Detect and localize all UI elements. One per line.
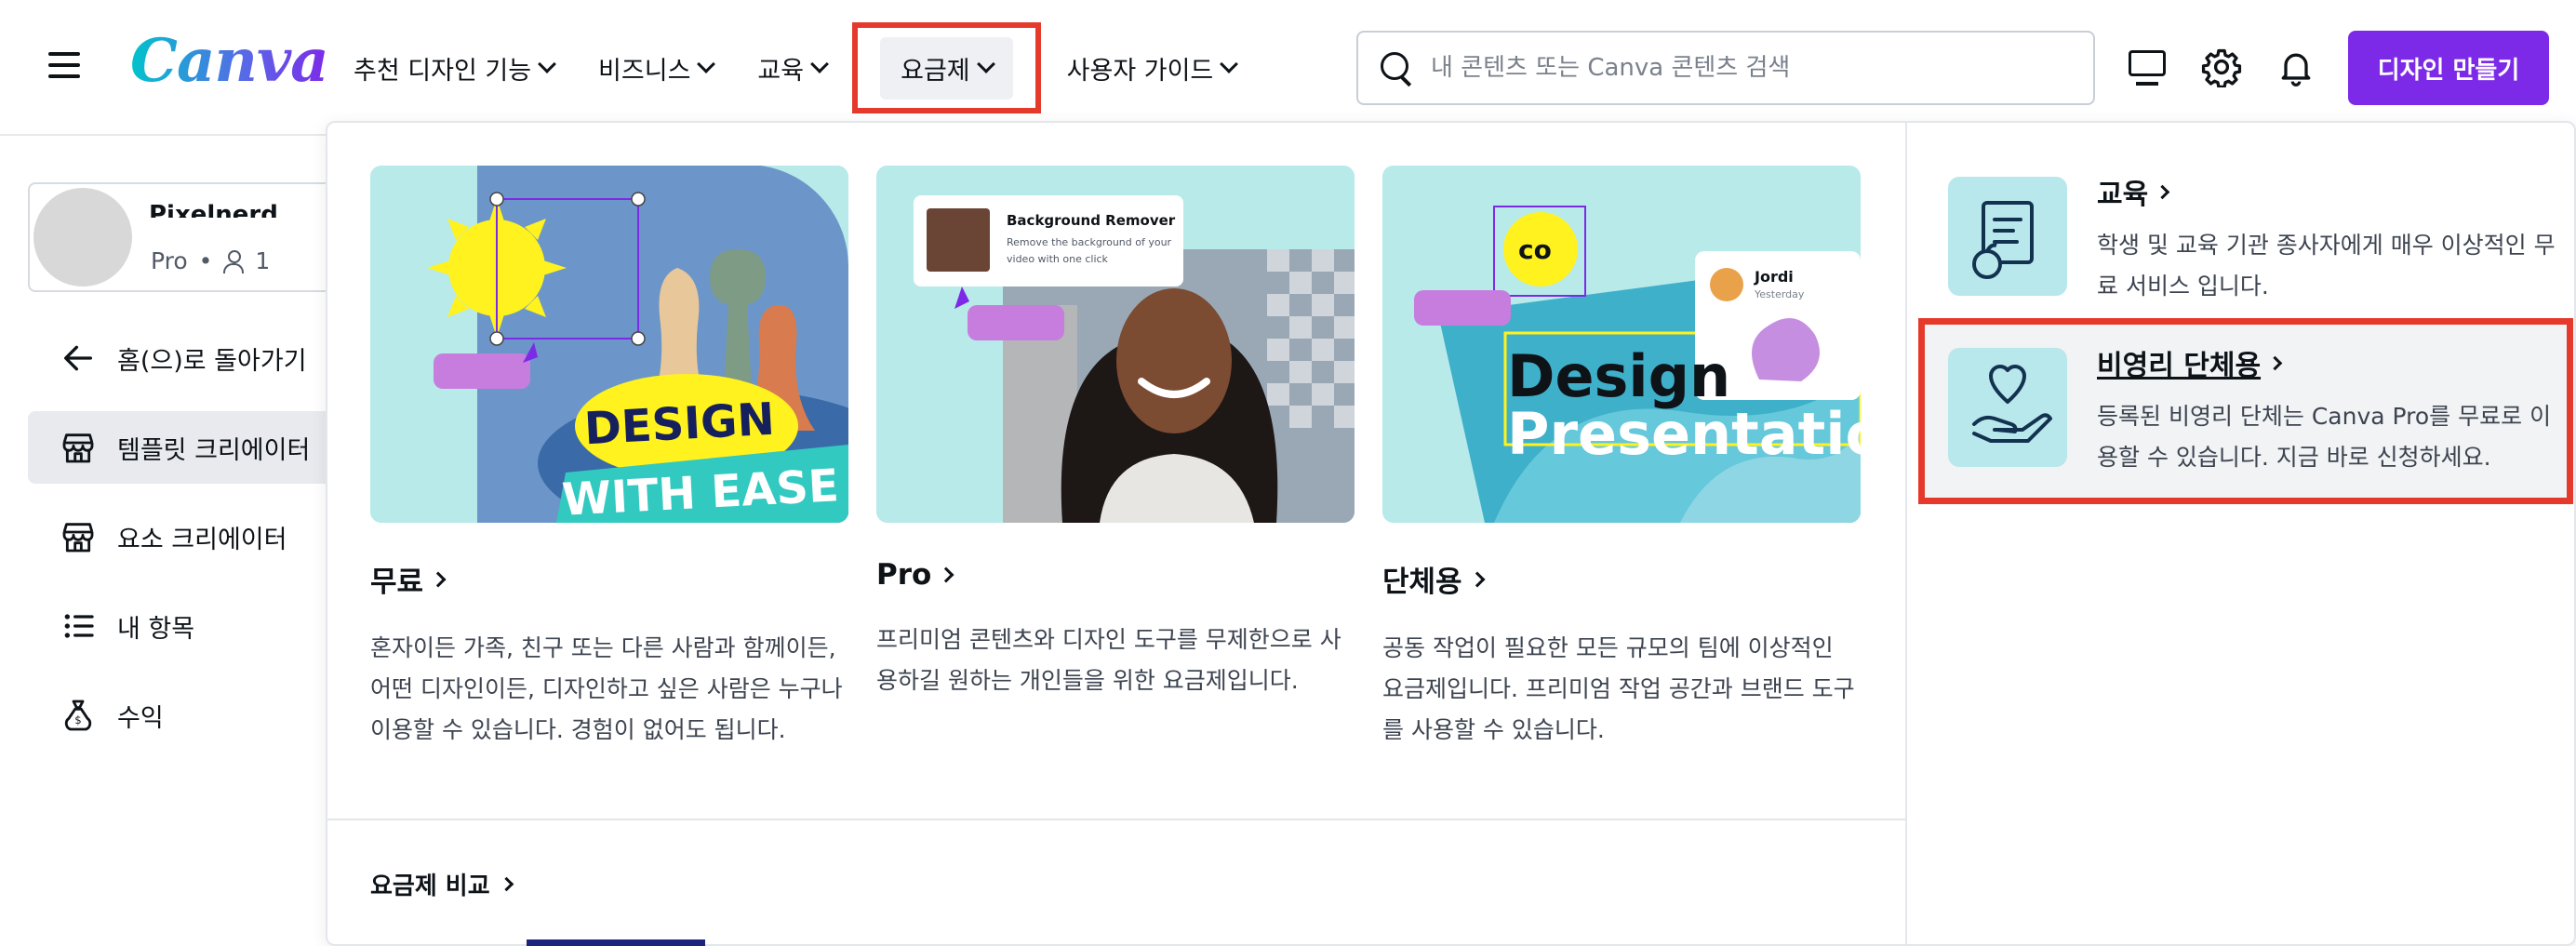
- search-input[interactable]: [1431, 54, 2082, 82]
- bell-icon[interactable]: [2276, 47, 2316, 87]
- education-title-label: 교육: [2097, 179, 2149, 211]
- free-plan-image: DESIGN WITH EASE: [370, 166, 848, 523]
- hamburger-menu-icon[interactable]: [48, 48, 80, 82]
- sidebar-item-label: 수익: [117, 703, 164, 733]
- search-bar[interactable]: [1356, 31, 2095, 105]
- nonprofit-title-label: 비영리 단체용: [2097, 350, 2262, 382]
- education-title[interactable]: 교육: [2097, 171, 2170, 212]
- nav-user-guide[interactable]: 사용자 가이드: [1045, 21, 1259, 114]
- education-icon: [1948, 177, 2067, 296]
- sidebar-item-template-creator[interactable]: 템플릿 크리에이터: [28, 411, 363, 484]
- heart-hand-icon: [1948, 348, 2067, 467]
- plan-description: 프리미엄 콘텐츠와 디자인 도구를 무제한으로 사용하길 원하는 개인들을 위한…: [876, 626, 1341, 694]
- plan-card-pro[interactable]: Background Remover Remove the background…: [876, 166, 1355, 701]
- image-badge: co: [1518, 234, 1552, 265]
- plan-title-label: Pro: [876, 558, 932, 592]
- compare-plans-label: 요금제 비교: [370, 873, 490, 900]
- profile-separator: •: [198, 247, 213, 274]
- popup-subtitle: Remove the background of your video with…: [1007, 236, 1172, 265]
- svg-text:$: $: [74, 713, 81, 726]
- image-caption: Presentatio: [1507, 400, 1861, 468]
- profile-plan: Pro: [151, 247, 188, 274]
- chevron-down-icon: [1220, 55, 1239, 73]
- top-navigation-bar: Canva 추천 디자인 기능 비즈니스 교육 요금제 사용자 가이드 내 콘텐…: [0, 0, 2576, 136]
- sidebar-item-my-items[interactable]: 내 항목: [28, 590, 363, 662]
- nav-label: 요금제: [901, 56, 970, 86]
- money-bag-icon: $: [60, 697, 97, 734]
- plan-title-label: 단체용: [1382, 566, 1462, 599]
- compare-plans-link[interactable]: 요금제 비교: [370, 867, 514, 901]
- plans-section: DESIGN WITH EASE 무료 혼자이든 가족, 친구 또는 다른 사람…: [327, 123, 1905, 944]
- profile-meta: Pro • 1: [151, 247, 270, 274]
- nav-business[interactable]: 비즈니스: [576, 21, 735, 114]
- create-design-button[interactable]: 디자인 만들기: [2348, 31, 2549, 105]
- education-description: 학생 및 교육 기관 종사자에게 매우 이상적인 무료 서비스 입니다.: [2097, 232, 2556, 300]
- popup-title: Background Remover: [1007, 212, 1176, 229]
- sidebar-item-label: 요소 크리에이터: [117, 525, 287, 554]
- nav-label: 추천 디자인 기능: [354, 56, 532, 86]
- plan-title-label: 무료: [370, 566, 424, 599]
- profile-members: 1: [255, 247, 271, 274]
- nav-pricing[interactable]: 요금제: [852, 22, 1041, 113]
- nonprofit-description: 등록된 비영리 단체는 Canva Pro를 무료로 이용할 수 있습니다. 지…: [2097, 403, 2552, 471]
- chevron-right-icon: [499, 876, 514, 892]
- plan-title[interactable]: Pro: [876, 558, 1355, 592]
- pro-plan-image: Background Remover Remove the background…: [876, 166, 1355, 523]
- nav-label: 비즈니스: [598, 56, 691, 86]
- sidebar-item-label: 내 항목: [117, 614, 195, 644]
- plan-description: 공동 작업이 필요한 모든 규모의 팀에 이상적인 요금제입니다. 프리미엄 작…: [1382, 634, 1855, 743]
- nav-label: 사용자 가이드: [1066, 56, 1214, 86]
- search-icon: [1381, 52, 1412, 84]
- gear-icon[interactable]: [2201, 47, 2242, 89]
- avatar: [33, 188, 132, 286]
- canva-logo[interactable]: Canva: [130, 26, 329, 96]
- sidebar-item-label: 템플릿 크리에이터: [117, 435, 311, 465]
- plan-card-free[interactable]: DESIGN WITH EASE 무료 혼자이든 가족, 친구 또는 다른 사람…: [370, 166, 848, 751]
- main-nav: 추천 디자인 기능 비즈니스 교육 요금제 사용자 가이드: [331, 0, 1258, 136]
- chevron-down-icon: [697, 55, 716, 73]
- chevron-down-icon: [538, 55, 556, 73]
- store-icon: [60, 518, 97, 555]
- chevron-right-icon: [938, 566, 954, 583]
- scroll-indicator: [527, 939, 705, 946]
- image-caption: DESIGN: [582, 393, 776, 456]
- chevron-right-icon: [430, 571, 447, 587]
- plan-title[interactable]: 단체용: [1382, 558, 1861, 600]
- list-icon: [60, 607, 97, 645]
- image-user-time: Yesterday: [1755, 288, 1805, 300]
- sidebar: Pixelnerd Pro • 1 홈(으)로 돌아가기 템플릿 크리에이터 요…: [0, 136, 363, 946]
- chevron-right-icon: [2267, 355, 2283, 370]
- chevron-down-icon: [810, 55, 830, 73]
- desktop-app-icon[interactable]: [2127, 47, 2168, 87]
- nav-education[interactable]: 교육: [735, 21, 848, 114]
- plan-card-teams[interactable]: co Jordi Yesterday Design Presentatio 단체…: [1382, 166, 1861, 751]
- sidebar-item-home[interactable]: 홈(으)로 돌아가기: [28, 322, 363, 394]
- profile-name: Pixelnerd: [149, 201, 278, 218]
- store-icon: [60, 429, 97, 466]
- profile-card[interactable]: Pixelnerd Pro • 1: [28, 182, 363, 292]
- divider: [1905, 123, 1907, 944]
- plan-description: 혼자이든 가족, 친구 또는 다른 사람과 함께이든, 어떤 디자인이든, 디자…: [370, 634, 843, 743]
- nonprofit-title[interactable]: 비영리 단체용: [2097, 342, 2283, 383]
- nav-label: 교육: [757, 56, 805, 86]
- arrow-left-icon: [60, 340, 97, 377]
- sidebar-item-label: 홈(으)로 돌아가기: [117, 346, 307, 376]
- sidebar-item-earnings[interactable]: $ 수익: [28, 679, 363, 752]
- chevron-down-icon: [976, 55, 995, 73]
- plan-title[interactable]: 무료: [370, 558, 848, 600]
- sidebar-item-element-creator[interactable]: 요소 크리에이터: [28, 500, 363, 573]
- chevron-right-icon: [1469, 571, 1486, 587]
- image-user: Jordi: [1755, 268, 1794, 286]
- teams-plan-image: co Jordi Yesterday Design Presentatio: [1382, 166, 1861, 523]
- divider: [327, 819, 1905, 820]
- person-icon: [223, 249, 245, 273]
- nav-featured-design[interactable]: 추천 디자인 기능: [331, 21, 576, 114]
- chevron-right-icon: [2155, 184, 2170, 199]
